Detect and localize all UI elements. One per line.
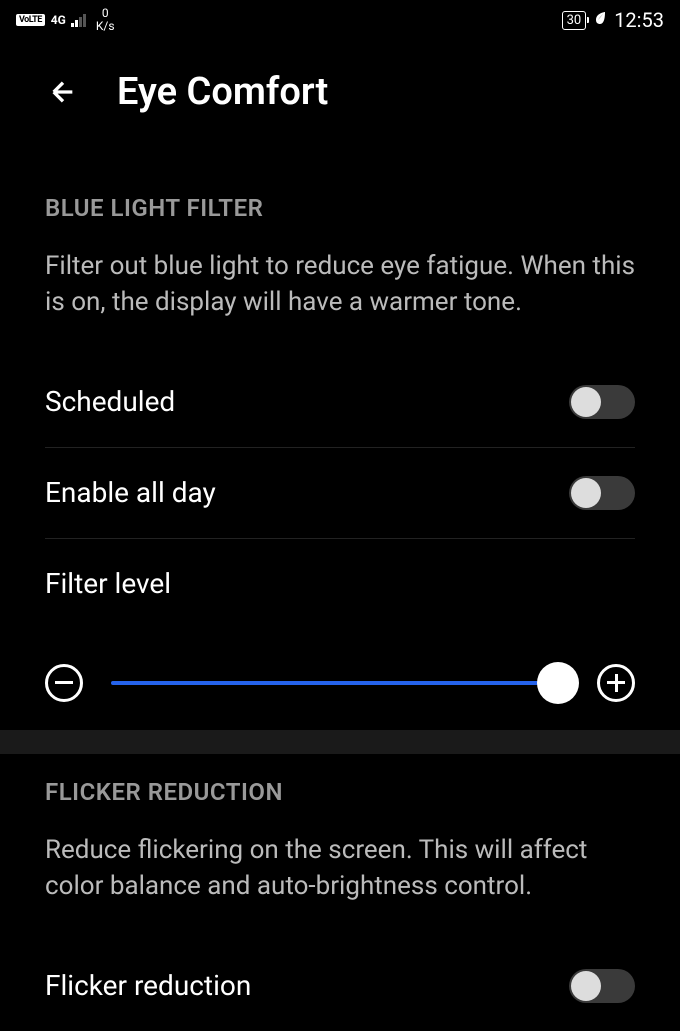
status-left: VoLTE 4G 0 K/s — [16, 7, 115, 33]
flicker-description: Reduce flickering on the screen. This wi… — [45, 832, 635, 905]
flicker-reduction-row[interactable]: Flicker reduction — [45, 941, 635, 1031]
filter-level-slider-row — [45, 628, 635, 722]
signal-bars-icon — [71, 13, 86, 27]
blue-light-description: Filter out blue light to reduce eye fati… — [45, 248, 635, 321]
decrease-filter-button[interactable] — [45, 664, 83, 702]
slider-thumb[interactable] — [537, 662, 579, 704]
scheduled-toggle[interactable] — [569, 385, 635, 419]
filter-level-slider[interactable] — [111, 681, 569, 685]
increase-filter-button[interactable] — [597, 664, 635, 702]
blue-light-section-header: BLUE LIGHT FILTER — [45, 194, 635, 222]
battery-indicator: 30 — [562, 11, 587, 30]
enable-all-day-row[interactable]: Enable all day — [45, 448, 635, 539]
enable-all-day-toggle[interactable] — [569, 476, 635, 510]
clock: 12:53 — [614, 8, 664, 32]
page-title: Eye Comfort — [117, 70, 328, 114]
page-header: Eye Comfort — [0, 40, 680, 138]
leaf-icon — [592, 10, 608, 30]
network-speed: 0 K/s — [96, 7, 115, 33]
flicker-reduction-toggle[interactable] — [569, 969, 635, 1003]
flicker-section-header: FLICKER REDUCTION — [45, 778, 635, 806]
arrow-left-icon — [47, 76, 79, 108]
back-button[interactable] — [45, 74, 81, 110]
filter-level-label: Filter level — [45, 567, 171, 600]
enable-all-day-label: Enable all day — [45, 476, 216, 509]
flicker-reduction-label: Flicker reduction — [45, 969, 251, 1002]
scheduled-label: Scheduled — [45, 385, 175, 418]
volte-badge: VoLTE — [16, 14, 45, 26]
section-divider — [0, 730, 680, 754]
scheduled-row[interactable]: Scheduled — [45, 357, 635, 448]
status-bar: VoLTE 4G 0 K/s 30 12:53 — [0, 0, 680, 40]
filter-level-row: Filter level — [45, 539, 635, 628]
network-type: 4G — [51, 13, 66, 27]
status-right: 30 12:53 — [562, 8, 664, 32]
